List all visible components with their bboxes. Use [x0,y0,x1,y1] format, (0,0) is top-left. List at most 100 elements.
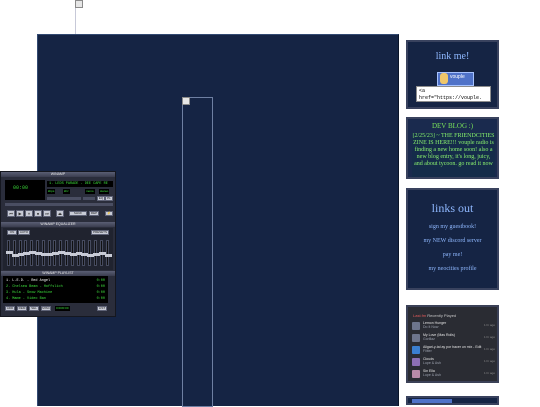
winamp-kbps: kbps [47,189,56,194]
playlist-item[interactable]: 4. Mame - Video Ban [6,297,46,301]
eq-band-slider[interactable] [87,240,95,266]
dev-blog-box: DEV BLOG :) [2/25/23] ~ THE FRIENDCITIES… [406,117,499,179]
playlist-item[interactable]: 1. L.E.D. - Red Angel [6,279,50,283]
seek-bar[interactable] [5,203,113,206]
eq-auto-button[interactable]: AUTO [18,230,30,235]
track-artist: Lupe & Ash [423,373,441,377]
track-time-ago: 1 hr ago [483,335,495,339]
bottom-widget-box [406,396,499,405]
track-row[interactable]: My Love (Mas Rolls) Gorillaz 1 hr ago [412,333,495,345]
winamp-player[interactable]: WINAMP 00:00 1. LEDS PARADE - DEE CAPE R… [0,171,116,317]
equalizer-titlebar[interactable]: WINAMP EQUALIZER [1,222,115,227]
badge-text: vouple [450,74,465,80]
winamp-titlebar[interactable]: WINAMP [1,172,115,177]
eq-band-slider[interactable] [35,240,42,266]
eject-button[interactable]: ⏏ [56,210,64,217]
inner-iframe [182,97,213,407]
link-me-box: link me! vouple <a href="https://vouple. [406,40,499,109]
album-art-thumbnail [412,346,420,354]
track-row[interactable]: Sin Ella Lupe & Ash 1 hr ago [412,369,495,381]
winamp-mono: mono [85,189,95,194]
pl-toggle-button[interactable]: PL [105,196,113,201]
stop-button[interactable]: ⏹ [34,210,42,217]
shuffle-button[interactable]: SHUF [69,211,87,216]
repeat-button[interactable]: REP [89,211,99,216]
eq-band-slider[interactable] [104,240,112,266]
winamp-time-display: 00:00 [5,180,45,200]
lastfm-logo[interactable]: Last.fm [413,313,426,318]
track-time-ago: 1 hr ago [483,347,495,351]
playlist-item-duration: 0:00 [96,285,105,289]
playlist-time: 0:00/0:00 [55,306,70,311]
track-time-ago: 1 hr ago [483,371,495,375]
eq-band-slider[interactable] [98,240,106,266]
eq-band-slider[interactable] [11,240,19,266]
discord-link[interactable]: my NEW discord server [408,238,497,244]
album-art-thumbnail [412,334,420,342]
eq-on-button[interactable]: ON [7,230,17,235]
site-badge-button[interactable]: vouple [437,72,474,86]
winamp-stereo: stereo [99,189,110,194]
neocities-profile-link[interactable]: my neocities profile [408,266,497,272]
pl-sel-button[interactable]: SEL [29,306,39,311]
album-art-thumbnail [412,370,420,378]
volume-slider[interactable] [47,197,81,200]
track-row[interactable]: Clouds Lupe & Ash 1 hr ago [412,357,495,369]
playlist-item-duration: 0:00 [96,279,105,283]
track-row[interactable]: Lemon Hunger Do It Now 1 hr ago [412,321,495,333]
winamp-playlist[interactable]: 1. L.E.D. - Red Angel 0:00 2. Chelsea Be… [3,276,108,303]
eq-band-slider[interactable] [23,240,31,266]
track-artist: Gorillaz [423,337,435,341]
playlist-item-duration: 0:00 [96,297,105,301]
playlist-item-duration: 0:00 [96,291,105,295]
eq-band-slider[interactable] [69,240,77,266]
pl-add-button[interactable]: ADD [5,306,15,311]
eq-presets-button[interactable]: PRESETS [91,230,109,235]
eq-band-slider[interactable] [81,240,89,266]
link-me-title: link me! [435,51,470,62]
eq-toggle-button[interactable]: EQ [97,196,105,201]
prev-button[interactable]: ⏮ [7,210,15,217]
track-artist: Flitter [423,349,432,353]
eq-band-slider[interactable] [93,240,100,266]
track-artist: Lupe & Ash [423,361,441,365]
track-time-ago: 1 hr ago [483,323,495,327]
eq-preamp-slider[interactable] [6,240,13,266]
balance-slider[interactable] [83,197,95,200]
next-button[interactable]: ⏭ [43,210,51,217]
eq-band-slider[interactable] [58,240,66,266]
pl-misc-button[interactable]: MISC [41,306,51,311]
guestbook-link[interactable]: sign my guestbook! [408,224,497,230]
playlist-item[interactable]: 3. Hula - Snow Machine [6,291,52,295]
broken-image-icon [75,0,83,8]
eq-band-slider[interactable] [52,240,60,266]
track-row[interactable]: Aligari-y-tal ay por hacer un mix - Edit… [412,345,495,357]
track-time-ago: 1 hr ago [483,359,495,363]
links-out-title: links out [431,201,474,215]
dev-blog-heading: DEV BLOG :) [431,122,474,130]
play-button[interactable]: ▶ [16,210,24,217]
pl-rem-button[interactable]: REM [17,306,27,311]
pause-button[interactable]: ⏸ [25,210,33,217]
mascot-icon [440,73,448,84]
eq-band-slider[interactable] [29,240,37,266]
winamp-time: 00:00 [13,185,29,191]
link-code-textarea[interactable]: <a href="https://vouple. [416,86,491,102]
playlist-item[interactable]: 2. Chelsea Beam - Hoffslich [6,285,63,289]
eq-band-slider[interactable] [75,240,83,266]
eq-band-slider[interactable] [64,240,71,266]
pay-me-link[interactable]: pay me! [408,252,497,258]
equalizer-panel: ON AUTO PRESETS [3,228,113,270]
bottom-widget-banner [412,399,452,403]
album-art-thumbnail [412,322,420,330]
eq-slider-knob[interactable] [104,254,112,257]
recently-played-heading: Last.fm Recently Played [413,313,456,318]
winamp-logo-icon: ⚡ [105,211,113,216]
eq-band-slider[interactable] [46,240,54,266]
dev-blog-body[interactable]: [2/25/23] ~ THE FRIENDCITIES ZINE IS HER… [412,133,495,177]
pl-list-button[interactable]: LIST [97,306,107,311]
recently-played-label: Recently Played [427,313,457,318]
winamp-song-title: 1. LEDS PARADE - DEE CAPE RE [47,181,113,187]
eq-band-slider[interactable] [17,240,25,266]
eq-band-slider[interactable] [40,240,48,266]
